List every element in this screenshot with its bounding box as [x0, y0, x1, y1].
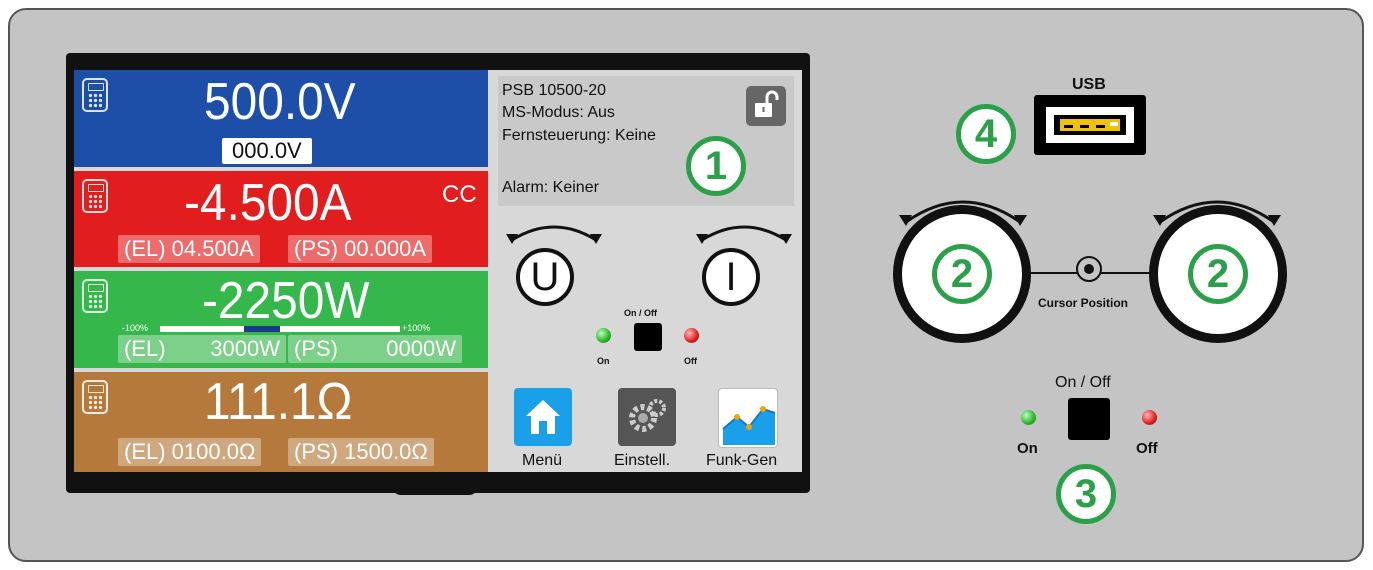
menu-label: Menü [522, 452, 563, 469]
usb-label: USB [1072, 76, 1106, 93]
calculator-icon[interactable] [82, 279, 108, 313]
panel-on-led-icon [1021, 410, 1036, 425]
power-ps-label: (PS) [294, 336, 338, 361]
touch-display: 500.0V 000.0V -4.500A CC (EL) 04.500A (P… [74, 70, 802, 472]
calculator-icon[interactable] [82, 78, 108, 112]
power-el-value: 3000W [210, 336, 280, 361]
panel-off-led-icon [1142, 410, 1157, 425]
voltage-actual: 500.0V [204, 73, 356, 131]
off-label: Off [684, 356, 697, 366]
resistance-panel[interactable]: 111.1Ω (EL) 0100.0Ω (PS) 1500.0Ω [74, 372, 488, 472]
resistance-setpoint-el[interactable]: (EL) 0100.0Ω [118, 438, 262, 466]
panel-onoff-label: On / Off [1055, 374, 1111, 391]
home-icon[interactable] [514, 388, 572, 446]
cursor-position-icon [1076, 256, 1102, 282]
power-bar-track [160, 326, 400, 332]
device-model: PSB 10500-20 [502, 82, 607, 99]
remote-control-status: Fernsteuerung: Keine [502, 127, 656, 144]
alarm-status: Alarm: Keiner [502, 179, 599, 196]
callout-3: 3 [1056, 464, 1116, 524]
gears-icon[interactable] [618, 388, 676, 446]
power-panel[interactable]: -2250W -100% +100% (EL) 3000W (PS) 0000W [74, 271, 488, 368]
on-led-icon [596, 328, 611, 343]
callout-2-right: 2 [1188, 244, 1248, 304]
panel-on-label: On [1017, 440, 1038, 457]
status-info-panel: PSB 10500-20 MS-Modus: Aus Fernsteuerung… [498, 76, 794, 206]
onoff-button[interactable] [634, 323, 662, 351]
chart-icon[interactable] [718, 388, 778, 448]
voltage-setpoint[interactable]: 000.0V [222, 138, 312, 164]
regulation-mode-badge: CC [442, 181, 477, 208]
rotate-arrow-icon [696, 225, 792, 244]
onoff-label: On / Off [624, 308, 657, 318]
power-actual: -2250W [202, 272, 370, 330]
off-led-icon [684, 328, 699, 343]
resistance-actual: 111.1Ω [204, 373, 353, 431]
callout-2-left: 2 [932, 244, 992, 304]
usb-port-icon[interactable] [1034, 95, 1146, 155]
power-setpoint-el[interactable]: (EL) 3000W [118, 335, 286, 363]
calculator-icon[interactable] [82, 179, 108, 213]
settings-label: Einstell. [614, 452, 671, 469]
resistance-setpoint-ps[interactable]: (PS) 1500.0Ω [288, 438, 434, 466]
rotate-arrow-icon [506, 225, 602, 244]
panel-onoff-button[interactable] [1068, 398, 1110, 440]
power-setpoint-ps[interactable]: (PS) 0000W [288, 335, 462, 363]
bezel-clip-top [392, 53, 478, 71]
voltage-knob[interactable]: U [516, 248, 574, 306]
power-ps-value: 0000W [386, 336, 456, 361]
power-scale-max: +100% [402, 323, 431, 333]
panel-off-label: Off [1136, 440, 1158, 457]
current-setpoint-el[interactable]: (EL) 04.500A [118, 235, 260, 263]
cursor-position-label: Cursor Position [1038, 296, 1129, 310]
current-actual: -4.500A [184, 174, 352, 232]
calculator-icon[interactable] [82, 380, 108, 414]
ms-mode-status: MS-Modus: Aus [502, 104, 615, 121]
callout-4: 4 [956, 104, 1016, 164]
current-setpoint-ps[interactable]: (PS) 00.000A [288, 235, 433, 263]
power-el-label: (EL) [124, 336, 166, 361]
bezel-clip-bottom [392, 477, 478, 495]
current-panel[interactable]: -4.500A CC (EL) 04.500A (PS) 00.000A [74, 171, 488, 267]
on-label: On [597, 356, 610, 366]
unlock-icon[interactable] [746, 86, 786, 126]
function-generator-label: Funk-Gen [706, 452, 778, 469]
current-knob[interactable]: I [702, 248, 760, 306]
power-scale-min: -100% [122, 323, 149, 333]
voltage-panel[interactable]: 500.0V 000.0V [74, 70, 488, 167]
callout-1: 1 [686, 136, 746, 196]
power-bar-fill [244, 326, 280, 332]
